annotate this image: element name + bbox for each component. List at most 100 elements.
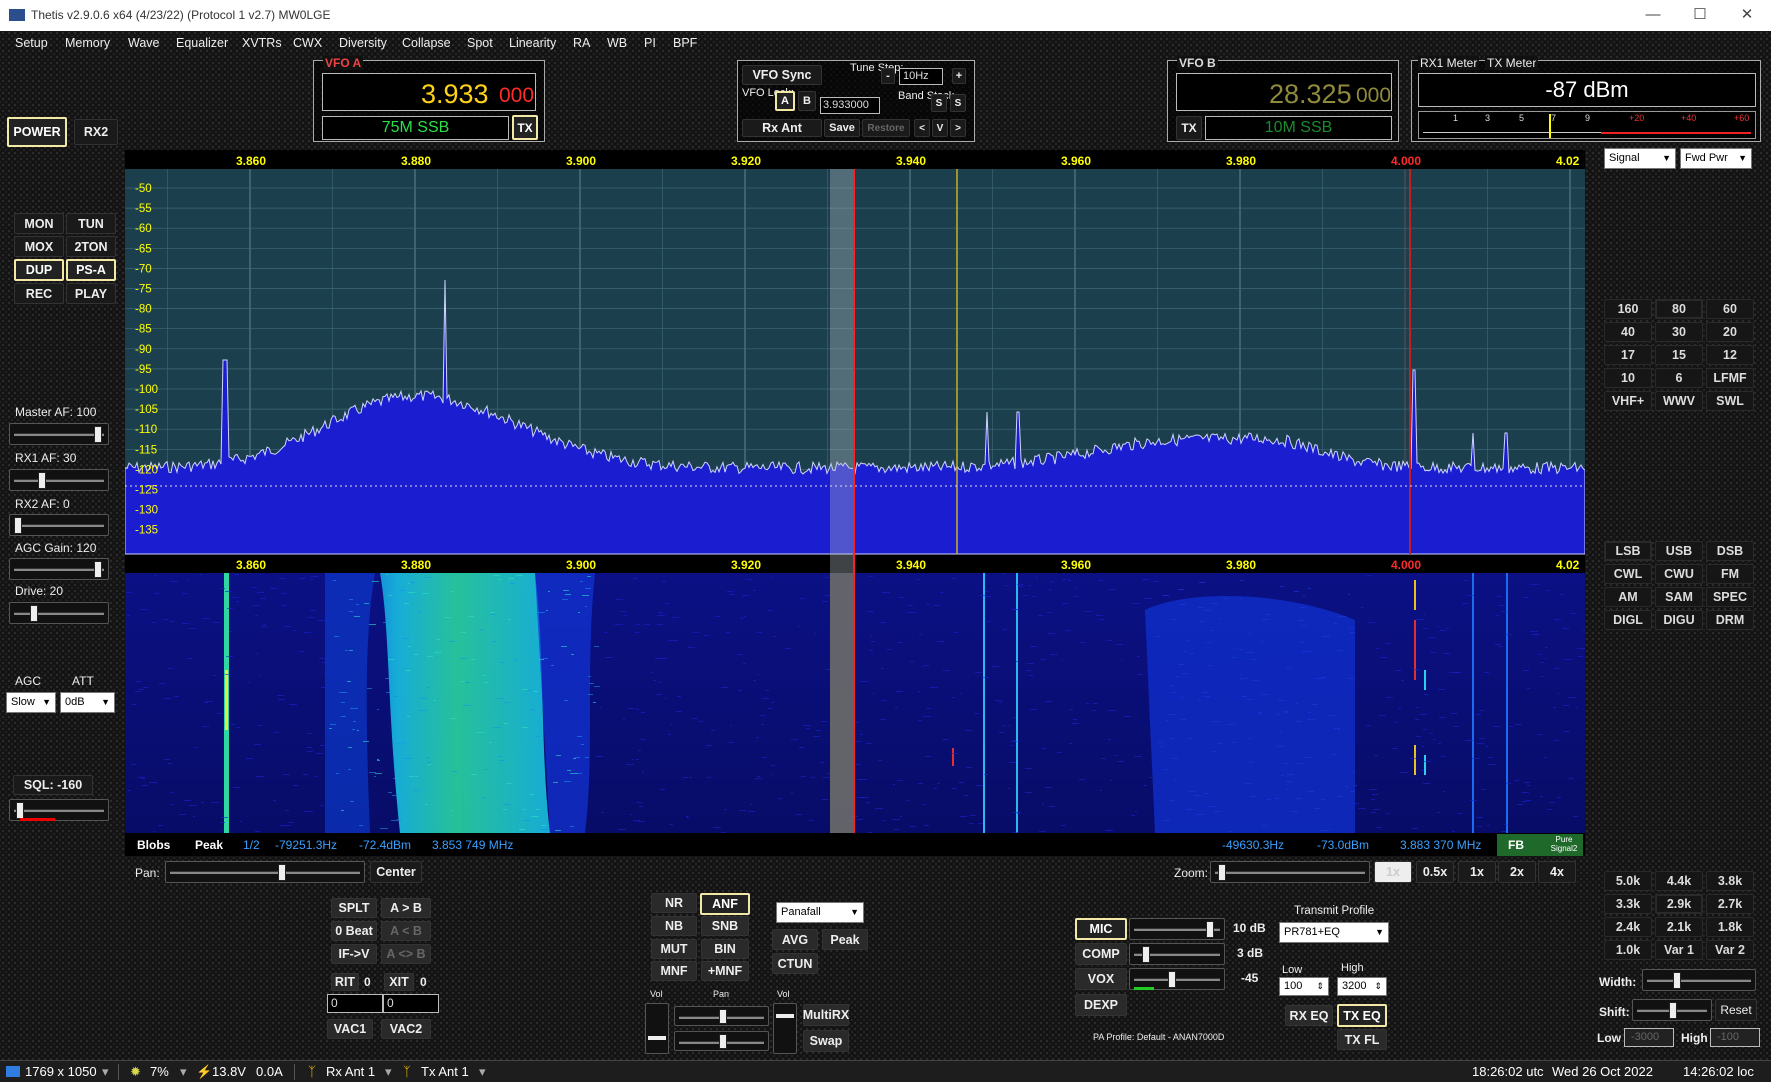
close-button[interactable]: ✕ xyxy=(1727,4,1767,26)
width-slider[interactable] xyxy=(1642,969,1756,991)
save-button[interactable]: Save xyxy=(824,119,860,137)
vac1-button[interactable]: VAC1 xyxy=(327,1019,373,1039)
drive-slider[interactable] xyxy=(9,602,109,624)
band-button-wwv[interactable]: WWV xyxy=(1655,391,1703,411)
sql-button[interactable]: SQL: -160 xyxy=(13,775,93,795)
filter-button-4.4k[interactable]: 4.4k xyxy=(1655,871,1703,891)
menu-xvtrs[interactable]: XVTRs xyxy=(242,36,282,50)
vfo-a-frequency[interactable]: 3.933 000 xyxy=(322,73,536,111)
xit-button[interactable]: XIT xyxy=(384,973,414,991)
mode-button-am[interactable]: AM xyxy=(1604,587,1652,607)
vfo-a-tx-button[interactable]: TX xyxy=(512,115,538,140)
menu-diversity[interactable]: Diversity xyxy=(339,36,387,50)
band-button-lfmf[interactable]: LFMF xyxy=(1706,368,1754,388)
menu-setup[interactable]: Setup xyxy=(15,36,48,50)
a-swap-b-button[interactable]: A <> B xyxy=(381,944,431,964)
mode-button-spec[interactable]: SPEC xyxy=(1706,587,1754,607)
rx2-vol-slider[interactable] xyxy=(773,1003,797,1054)
tx-meter-mode-select[interactable]: Fwd Pwr ▼ xyxy=(1680,148,1752,169)
filter-low-input[interactable]: -3000 xyxy=(1624,1028,1674,1047)
peak-label[interactable]: Peak xyxy=(195,838,223,852)
resolution-status[interactable]: 1769 x 1050 xyxy=(25,1064,97,1079)
mic-button[interactable]: MIC xyxy=(1075,918,1127,940)
anf-button[interactable]: ANF xyxy=(700,893,750,915)
xit-value-input[interactable]: 0 xyxy=(383,994,439,1013)
mode-button-lsb[interactable]: LSB xyxy=(1604,541,1652,561)
panafall-display[interactable]: 3.860 3.860 3.880 3.880 3.900 3.900 3.920 3.920… xyxy=(125,150,1585,856)
mode-button-cwl[interactable]: CWL xyxy=(1604,564,1652,584)
filter-button-2.7k[interactable]: 2.7k xyxy=(1706,894,1754,914)
shift-slider[interactable] xyxy=(1632,999,1712,1021)
band-stack-prev[interactable]: < xyxy=(914,119,930,137)
display-mode-select[interactable]: Panafall ▼ xyxy=(776,902,864,923)
agc-gain-slider[interactable] xyxy=(9,558,109,580)
rit-value-input[interactable]: 0 xyxy=(327,994,383,1013)
band-button-swl[interactable]: SWL xyxy=(1706,391,1754,411)
if-to-v-button[interactable]: IF->V xyxy=(331,944,377,964)
menu-spot[interactable]: Spot xyxy=(467,36,493,50)
multirx-button[interactable]: MultiRX xyxy=(803,1004,849,1026)
menu-equalizer[interactable]: Equalizer xyxy=(176,36,228,50)
tune-step-plus[interactable]: + xyxy=(952,68,966,84)
rx-antenna-status[interactable]: Rx Ant 1 xyxy=(326,1064,375,1079)
nr-button[interactable]: NR xyxy=(651,893,697,913)
mode-button-digl[interactable]: DIGL xyxy=(1604,610,1652,630)
play-button[interactable]: PLAY xyxy=(66,283,116,304)
avg-button[interactable]: AVG xyxy=(772,929,818,950)
split-button[interactable]: SPLT xyxy=(331,898,377,918)
mode-button-sam[interactable]: SAM xyxy=(1655,587,1703,607)
rx2-af-slider[interactable] xyxy=(9,514,109,536)
menu-memory[interactable]: Memory xyxy=(65,36,110,50)
tx-high-input[interactable]: 3200 ⇕ xyxy=(1337,977,1387,996)
band-stack-next[interactable]: > xyxy=(950,119,966,137)
mox-button[interactable]: MOX xyxy=(14,236,64,257)
filter-button-1.0k[interactable]: 1.0k xyxy=(1604,940,1652,960)
rx2-button[interactable]: RX2 xyxy=(74,119,118,145)
power-button[interactable]: POWER xyxy=(7,117,67,147)
peak-button[interactable]: Peak xyxy=(822,929,868,950)
band-button-160[interactable]: 160 xyxy=(1604,299,1652,319)
menu-cwx[interactable]: CWX xyxy=(293,36,322,50)
band-button-20[interactable]: 20 xyxy=(1706,322,1754,342)
vfo-sync-button[interactable]: VFO Sync xyxy=(742,65,822,85)
mode-button-digu[interactable]: DIGU xyxy=(1655,610,1703,630)
zoom-1x-button[interactable]: 1x xyxy=(1458,861,1496,883)
agc-select[interactable]: Slow ▼ xyxy=(6,692,56,713)
vac2-button[interactable]: VAC2 xyxy=(381,1019,431,1039)
menu-wave[interactable]: Wave xyxy=(128,36,160,50)
mode-button-usb[interactable]: USB xyxy=(1655,541,1703,561)
vox-button[interactable]: VOX xyxy=(1075,968,1127,990)
filter-button-5.0k[interactable]: 5.0k xyxy=(1604,871,1652,891)
menu-pi[interactable]: PI xyxy=(644,36,656,50)
spectrum-waterfall-svg[interactable]: 3.860 3.860 3.880 3.880 3.900 3.900 3.920 3.920… xyxy=(125,150,1585,856)
mode-button-drm[interactable]: DRM xyxy=(1706,610,1754,630)
att-select[interactable]: 0dB ▼ xyxy=(60,692,115,713)
filter-button-2.1k[interactable]: 2.1k xyxy=(1655,917,1703,937)
rec-button[interactable]: REC xyxy=(14,283,64,304)
band-button-60[interactable]: 60 xyxy=(1706,299,1754,319)
band-button-80[interactable]: 80 xyxy=(1655,299,1703,319)
filter-high-input[interactable]: -100 xyxy=(1710,1028,1760,1047)
sql-slider[interactable] xyxy=(9,799,109,821)
plus-mnf-button[interactable]: +MNF xyxy=(701,961,749,981)
master-af-slider[interactable] xyxy=(9,423,109,445)
band-stack-s1[interactable]: S xyxy=(931,94,947,112)
mode-button-cwu[interactable]: CWU xyxy=(1655,564,1703,584)
tx-low-input[interactable]: 100 ⇕ xyxy=(1279,977,1329,996)
rx-ant-button[interactable]: Rx Ant xyxy=(742,119,822,137)
transmit-profile-select[interactable]: PR781+EQ ▼ xyxy=(1279,922,1389,943)
comp-button[interactable]: COMP xyxy=(1075,943,1127,965)
maximize-button[interactable]: ☐ xyxy=(1680,4,1720,26)
band-button-10[interactable]: 10 xyxy=(1604,368,1652,388)
mut-button[interactable]: MUT xyxy=(651,939,697,959)
menu-ra[interactable]: RA xyxy=(573,36,590,50)
menu-wb[interactable]: WB xyxy=(607,36,627,50)
zoom-2x-button[interactable]: 2x xyxy=(1498,861,1536,883)
dexp-button[interactable]: DEXP xyxy=(1075,994,1127,1016)
filter-button-3.3k[interactable]: 3.3k xyxy=(1604,894,1652,914)
filter-button-3.8k[interactable]: 3.8k xyxy=(1706,871,1754,891)
restore-button[interactable]: Restore xyxy=(862,119,910,137)
filter-button-1.8k[interactable]: 1.8k xyxy=(1706,917,1754,937)
snb-button[interactable]: SNB xyxy=(701,916,749,936)
zero-beat-button[interactable]: 0 Beat xyxy=(331,921,377,941)
